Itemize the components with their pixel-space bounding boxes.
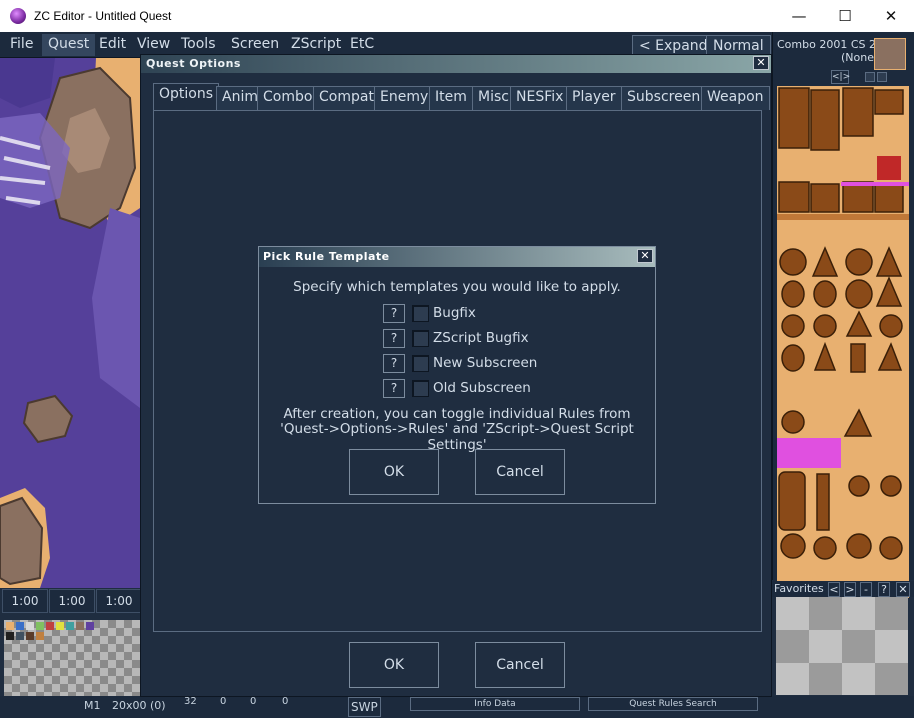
status-n2: 0	[220, 696, 227, 707]
fav-next-button[interactable]: >	[844, 582, 856, 597]
status-n3: 0	[250, 696, 257, 707]
tab-misc[interactable]: Misc	[472, 86, 515, 110]
fav-close-button[interactable]: ✕	[896, 582, 910, 597]
rule-template-cancel-button[interactable]: Cancel	[475, 449, 565, 495]
fav-help-button[interactable]: ?	[878, 582, 890, 597]
window-title: ZC Editor - Untitled Quest	[34, 9, 172, 23]
new-subscreen-help-button[interactable]: ?	[383, 354, 405, 373]
tab-item[interactable]: Item	[429, 86, 473, 110]
quest-options-cancel-button[interactable]: Cancel	[475, 642, 565, 688]
favorites-bar: Favorites < > - ? ✕	[772, 581, 914, 597]
tab-player[interactable]: Player	[566, 86, 622, 110]
zoom-cell-1[interactable]: 1:00	[2, 589, 48, 613]
rule-template-prompt: Specify which templates you would like t…	[293, 279, 621, 295]
rule-template-ok-button[interactable]: OK	[349, 449, 439, 495]
menu-zscript[interactable]: ZScript	[291, 36, 341, 52]
zoom-cell-3[interactable]: 1:00	[96, 589, 142, 613]
menu-view[interactable]: View	[137, 36, 170, 52]
rule-template-note-1: After creation, you can toggle individua…	[283, 406, 631, 422]
rules-search-button[interactable]: Quest Rules Search	[588, 697, 758, 711]
combo-tiles	[777, 86, 909, 598]
combo-panel: Combo 2001 CS 2 (None) <|>	[772, 32, 914, 598]
quest-options-close-button[interactable]: ✕	[753, 56, 769, 70]
close-button[interactable]: ✕	[868, 0, 914, 32]
current-combo-preview[interactable]	[874, 38, 906, 70]
fav-remove-button[interactable]: -	[860, 582, 872, 597]
bugfix-label: Bugfix	[433, 305, 476, 321]
status-bar: M1 20x00 (0) 32 0 0 0 SWP Info Data Ques…	[0, 696, 914, 718]
palette-preview[interactable]	[4, 620, 140, 704]
favorites-label: Favorites	[774, 582, 824, 595]
info-data-button[interactable]: Info Data	[410, 697, 580, 711]
menu-file[interactable]: File	[10, 36, 33, 52]
tab-combo[interactable]: Combo	[257, 86, 319, 110]
status-n1: 32	[184, 696, 197, 707]
menu-etc[interactable]: EtC	[350, 36, 374, 52]
combo-sheet[interactable]	[777, 86, 909, 598]
bugfix-checkbox[interactable]	[412, 305, 429, 322]
palette-swatches	[6, 622, 94, 640]
menu-tools[interactable]: Tools	[181, 36, 216, 52]
window-titlebar: ZC Editor - Untitled Quest — ☐ ✕	[0, 0, 914, 32]
zoom-cell-2[interactable]: 1:00	[49, 589, 95, 613]
quest-options-titlebar: Quest Options ✕	[141, 55, 771, 73]
map-view[interactable]	[0, 58, 140, 588]
new-subscreen-label: New Subscreen	[433, 355, 538, 371]
combo-nav-button[interactable]: <|>	[831, 70, 850, 84]
rule-template-close-button[interactable]: ✕	[637, 249, 653, 263]
old-subscreen-checkbox[interactable]	[412, 380, 429, 397]
quest-options-ok-button[interactable]: OK	[349, 642, 439, 688]
tab-subscreen[interactable]: Subscreen	[621, 86, 707, 110]
pick-rule-template-dialog: Pick Rule Template ✕ Specify which templ…	[258, 246, 656, 504]
favorites-grid[interactable]	[776, 597, 908, 695]
zscript-bugfix-checkbox[interactable]	[412, 330, 429, 347]
tab-options[interactable]: Options	[153, 83, 220, 111]
minimize-button[interactable]: —	[776, 0, 822, 32]
zscript-bugfix-label: ZScript Bugfix	[433, 330, 529, 346]
quest-options-title: Quest Options	[146, 57, 241, 70]
old-subscreen-label: Old Subscreen	[433, 380, 531, 396]
rule-template-titlebar: Pick Rule Template ✕	[259, 247, 655, 267]
status-n4: 0	[282, 696, 289, 707]
swap-button[interactable]: SWP	[348, 697, 381, 717]
scroll-down-icon[interactable]	[877, 72, 887, 82]
tab-nesfix[interactable]: NESFix	[510, 86, 570, 110]
rule-template-note-2: 'Quest->Options->Rules' and 'ZScript->Qu…	[280, 421, 634, 453]
app-icon	[10, 8, 26, 24]
combo-info: Combo 2001 CS 2	[777, 38, 876, 51]
menu-edit[interactable]: Edit	[99, 36, 126, 52]
map-tiles	[0, 58, 140, 588]
tab-weapon[interactable]: Weapon	[701, 86, 770, 110]
combo-cset: (None)	[841, 51, 879, 64]
zscript-bugfix-help-button[interactable]: ?	[383, 329, 405, 348]
status-map: M1	[84, 699, 101, 712]
fav-prev-button[interactable]: <	[828, 582, 840, 597]
rule-template-title: Pick Rule Template	[263, 250, 390, 263]
maximize-button[interactable]: ☐	[822, 0, 868, 32]
menu-quest[interactable]: Quest	[42, 34, 96, 56]
old-subscreen-help-button[interactable]: ?	[383, 379, 405, 398]
scroll-up-icon[interactable]	[865, 72, 875, 82]
tab-compat[interactable]: Compat	[313, 86, 380, 110]
menu-screen[interactable]: Screen	[231, 36, 279, 52]
bugfix-help-button[interactable]: ?	[383, 304, 405, 323]
tab-enemy[interactable]: Enemy	[374, 86, 435, 110]
new-subscreen-checkbox[interactable]	[412, 355, 429, 372]
status-coords: 20x00 (0)	[112, 699, 166, 712]
